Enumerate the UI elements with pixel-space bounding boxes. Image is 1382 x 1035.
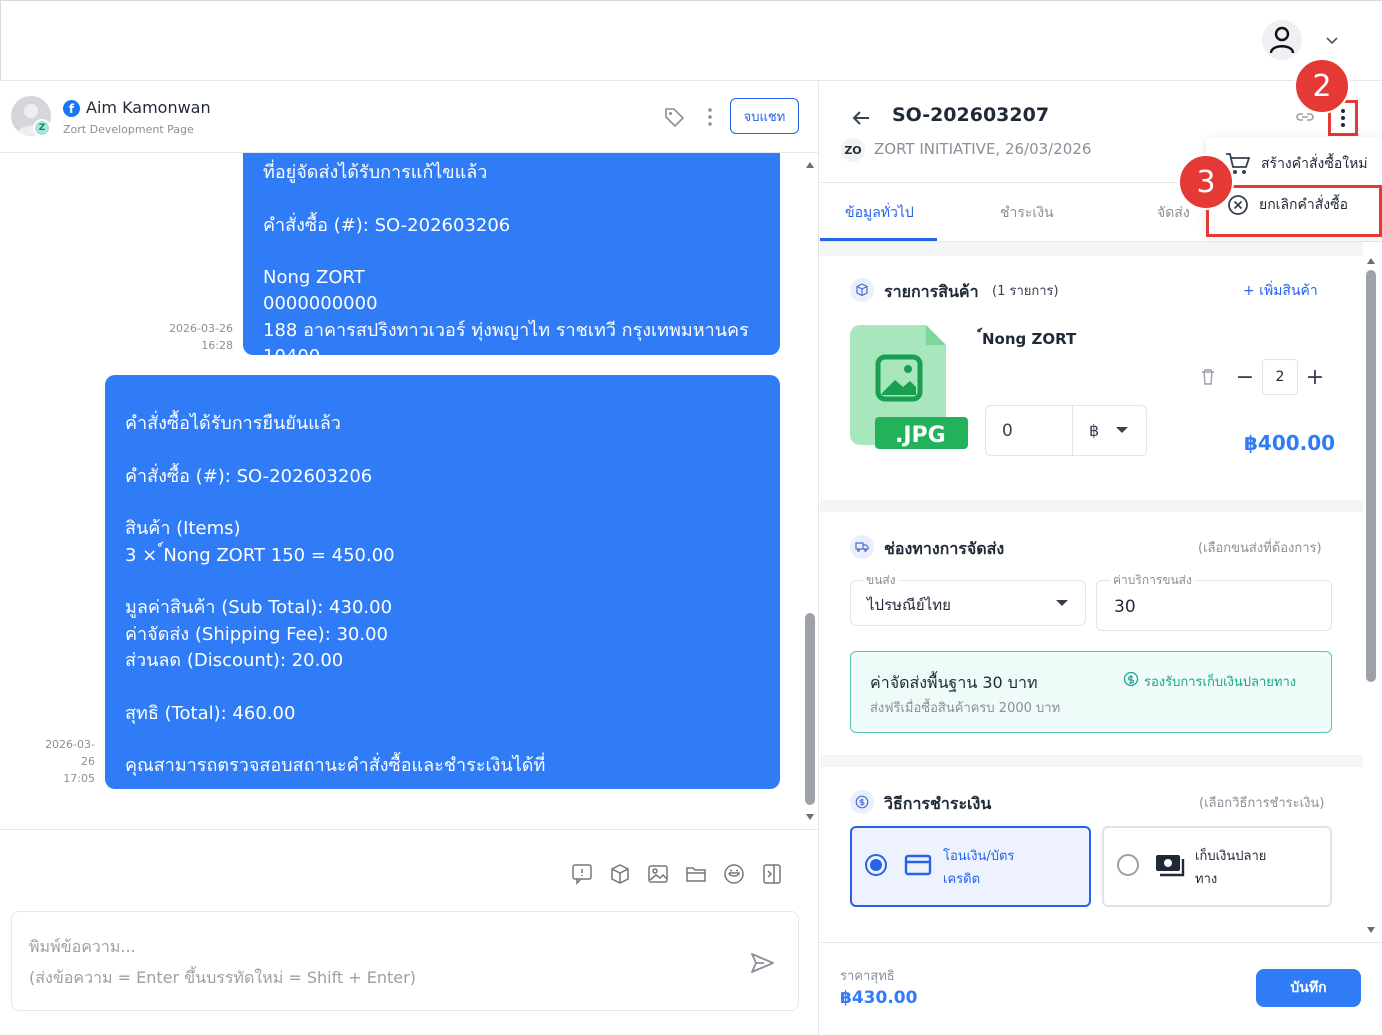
shipping-fee-value[interactable]: 30 [1114,597,1136,617]
product-box-icon[interactable] [608,862,632,886]
panel-toggle-icon[interactable] [760,862,784,886]
radio-selected[interactable] [865,854,887,876]
product-price: ฿400.00 [1244,431,1336,455]
user-icon [1269,26,1295,54]
step-badge: 2 [1294,58,1350,114]
caret-down-icon [1056,600,1068,606]
shipping-info-subtitle: ส่งฟรีเมื่อซื้อสินค้าครบ 2000 บาท [870,701,1061,716]
chat-scrollbar[interactable] [803,153,817,829]
message-input[interactable] [11,911,799,1011]
chat-header [0,81,818,153]
increase-quantity-button[interactable]: + [1300,359,1330,395]
composer-toolbar [570,862,784,886]
field-divider [1072,406,1073,455]
image-icon[interactable] [646,862,670,886]
order-number: SO-202603207 [892,104,1050,126]
shipping-fee-label: ค่าบริการขนส่ง [1110,571,1195,590]
timestamp-date: 26 [81,755,95,768]
caret-down-icon [1116,427,1128,433]
timestamp-time: 17:05 [63,772,95,785]
discount-value[interactable]: 0 [1002,421,1013,441]
more-vertical-icon[interactable] [700,106,720,128]
add-product-button[interactable]: + เพิ่มสินค้า [1243,280,1318,302]
payment-option-label: เก็บเงินปลายทาง [1195,845,1266,891]
truck-icon [850,535,874,559]
cash-icon [1156,855,1185,877]
message-bubble: ที่อยู่จัดส่งได้รับการแก้ไขแล้ว คำสั่งซื… [243,153,780,367]
net-price-label: ราคาสุทธิ [840,969,895,984]
carrier-value[interactable]: ไปรษณีย์ไทย [867,593,951,617]
payment-option-line: โอนเงิน/บัตร [943,849,1015,864]
carrier-label: ขนส่ง [863,571,899,590]
credit-card-icon [904,854,932,876]
chevron-down-icon[interactable] [1322,30,1342,50]
tab-payment[interactable]: ชำระเงิน [1000,202,1054,224]
cash-on-delivery-icon [1123,671,1139,687]
timestamp-time: 16:28 [201,339,233,352]
step-badge: 3 [1178,154,1234,210]
payment-option-line: ทาง [1195,872,1218,887]
tab-shipping[interactable]: จัดส่ง [1157,202,1190,224]
box-icon [850,278,874,302]
payment-option-label: โอนเงิน/บัตรเครดิต [943,845,1014,891]
cod-support-label: รองรับการเก็บเงินปลายทาง [1144,675,1297,690]
tab-general[interactable]: ข้อมูลทั่วไป [845,202,914,224]
payment-hint: (เลือกวิธีการชำระเงิน) [1199,796,1325,811]
send-icon[interactable] [748,949,776,977]
timestamp-date: 2026-03- [45,738,95,751]
shipping-info-title: ค่าจัดส่งพื้นฐาน 30 บาท [870,673,1038,692]
timestamp-date: 2026-03-26 [169,322,233,335]
tag-icon[interactable] [663,106,685,128]
composer-divider [0,829,818,830]
customer-name: Aim Kamonwan [86,98,211,117]
product-thumbnail: .JPG [850,325,968,449]
currency-select[interactable]: ฿ [1089,421,1099,440]
trash-icon[interactable] [1200,368,1216,386]
account-avatar[interactable] [1262,20,1302,60]
menu-item-label: สร้างคำสั่งซื้อใหม่ [1261,156,1368,172]
quantity-input[interactable]: 2 [1262,359,1298,395]
menu-item-create-order[interactable]: สร้างคำสั่งซื้อใหม่ [1225,152,1368,176]
facebook-icon: f [63,100,80,117]
message-text: คำสั่งซื้อได้รับการยืนยันแล้ว คำสั่งซื้อ… [125,413,546,777]
net-price-value: ฿430.00 [840,988,918,1008]
folder-icon[interactable] [684,862,708,886]
message-bubble: คำสั่งซื้อได้รับการยืนยันแล้ว คำสั่งซื้อ… [105,375,780,829]
message-timestamp: 2026-03-26 16:28 [150,320,233,354]
radio-unselected[interactable] [1117,854,1139,876]
back-arrow-icon[interactable] [849,106,873,130]
pane-divider [818,81,819,1035]
customer-page: Zort Development Page [63,123,194,136]
active-tab-indicator [820,238,937,241]
emoji-icon[interactable] [722,862,746,886]
payment-option-line: เก็บเงินปลาย [1195,849,1267,864]
coin-icon [850,790,874,814]
order-subtitle: ZORT INITIATIVE, 26/03/2026 [874,140,1092,158]
decrease-quantity-button[interactable]: − [1230,359,1260,395]
menu-highlight [1206,185,1382,237]
save-button[interactable]: บันทึก [1256,969,1361,1007]
shipping-hint: (เลือกขนส่งที่ต้องการ) [1198,541,1322,556]
quick-reply-icon[interactable] [570,862,594,886]
message-timestamp: 2026-03- 26 17:05 [30,736,95,787]
product-name: ์Nong ZORT [982,330,1077,348]
shipping-title: ช่องทางการจัดส่ง [884,539,1005,558]
customer-badge: Z [33,119,51,137]
end-chat-button[interactable]: จบแชท [730,98,799,134]
payment-option-line: เครดิต [943,872,981,887]
top-bar [0,0,1382,81]
products-title: รายการสินค้า [884,282,979,301]
order-link[interactable]: https://dev.zort.co.th/zo1398322/50/pmzw… [125,808,550,829]
message-placeholder: พิมพ์ข้อความ... [29,937,136,956]
more-vertical-icon [1341,109,1345,127]
message-placeholder-hint: (ส่งข้อความ = Enter ขึ้นบรรทัดใหม่ = Shi… [29,968,416,987]
order-scrollbar[interactable] [1364,256,1378,936]
store-logo: ZO [841,138,865,162]
products-count: (1 รายการ) [992,284,1059,299]
file-type-label: .JPG [895,423,946,448]
payment-title: วิธีการชำระเงิน [884,794,992,813]
